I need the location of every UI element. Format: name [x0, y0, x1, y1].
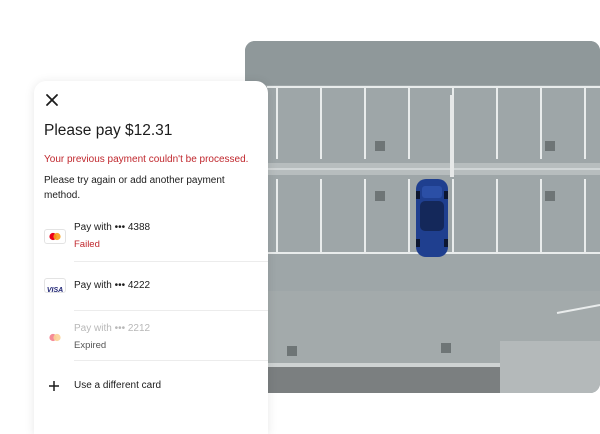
- divider: [74, 310, 268, 311]
- status-failed: Failed: [74, 239, 100, 250]
- mastercard-icon: [44, 330, 66, 345]
- plus-icon: [49, 381, 59, 391]
- visa-logo-text: VISA: [46, 287, 64, 294]
- visa-icon: VISA: [44, 278, 66, 294]
- payment-option-4388[interactable]: Pay with ••• 4388 Failed: [34, 216, 268, 256]
- divider: [74, 360, 268, 361]
- parking-lot-photo: [245, 41, 600, 393]
- use-different-card-button[interactable]: Use a different card: [34, 373, 268, 401]
- instruction-text: Please try again or add another payment …: [44, 175, 225, 201]
- status-expired: Expired: [74, 340, 107, 351]
- payment-option-4222[interactable]: VISA Pay with ••• 4222: [34, 274, 268, 302]
- payment-option-2212: Pay with ••• 2212 Expired: [34, 317, 268, 357]
- payment-title: Please pay $12.31: [44, 122, 173, 139]
- payment-option-label: Pay with ••• 2212: [74, 323, 151, 334]
- add-card-label: Use a different card: [74, 380, 162, 391]
- mastercard-icon: [44, 229, 66, 244]
- payment-dialog: Please pay $12.31 Your previous payment …: [34, 81, 268, 434]
- divider: [74, 261, 268, 262]
- error-message: Your previous payment couldn't be proces…: [44, 154, 249, 165]
- payment-option-label: Pay with ••• 4222: [74, 280, 151, 291]
- close-icon[interactable]: [44, 92, 60, 108]
- payment-option-label: Pay with ••• 4388: [74, 222, 151, 233]
